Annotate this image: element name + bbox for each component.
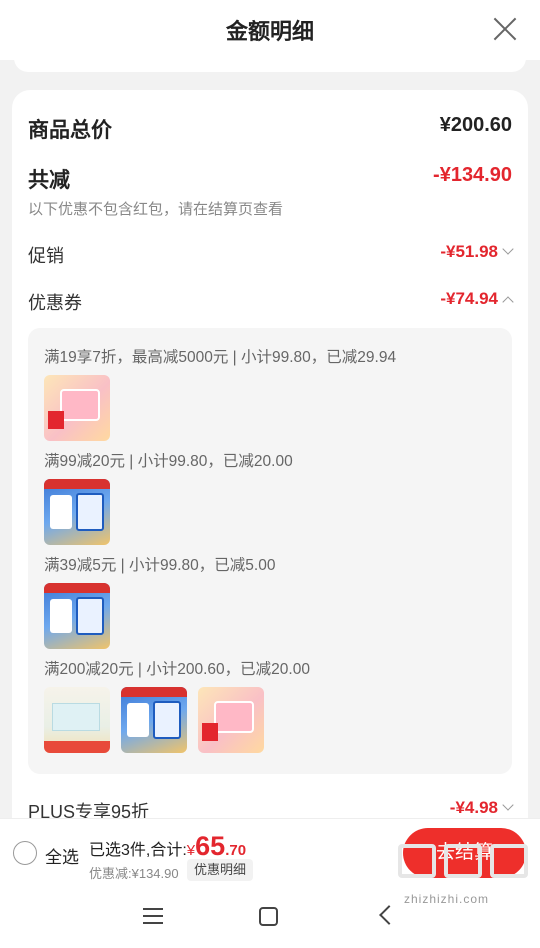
plus-discount-value: -¥4.98 — [449, 798, 498, 817]
chevron-down-icon — [502, 799, 514, 811]
product-thumbnail-5[interactable] — [121, 687, 187, 753]
chevron-down-icon — [502, 243, 514, 255]
coupon-rule-3: 满39减5元 | 小计99.80，已减5.00 — [44, 557, 276, 574]
watermark-logo-glyph — [398, 844, 436, 878]
currency-symbol: ¥ — [186, 842, 196, 859]
header: 金额明细 — [0, 0, 540, 60]
select-all-label[interactable]: 全选 — [45, 843, 79, 868]
reduce-note-row: 以下优惠不包含红包，请在结算页查看 — [28, 198, 512, 220]
selected-count-text: 已选3件,合计: — [89, 842, 187, 859]
coupon-detail-box: 满19享7折，最高减5000元 | 小计99.80，已减29.94 满99减20… — [28, 328, 512, 774]
total-price-label: 商品总价 — [28, 119, 112, 142]
product-thumbnail-6[interactable] — [198, 687, 264, 753]
total-price-value: ¥200.60 — [439, 114, 512, 136]
coupon-value: -¥74.94 — [440, 289, 498, 308]
back-icon[interactable] — [379, 905, 399, 925]
coupon-label: 优惠券 — [28, 293, 82, 313]
watermark-text: zhizhizhi.com — [404, 892, 490, 906]
promo-row[interactable]: 促销 -¥51.98 — [28, 242, 514, 268]
product-thumbnail-4[interactable] — [44, 687, 110, 753]
select-all-radio[interactable] — [13, 841, 37, 865]
coupon-value-group: -¥74.94 — [440, 289, 514, 309]
reduce-note: 以下优惠不包含红包，请在结算页查看 — [28, 201, 284, 218]
product-thumbnail-3[interactable] — [44, 583, 110, 649]
plus-value-group: -¥4.98 — [449, 798, 514, 818]
promo-value: -¥51.98 — [440, 242, 498, 261]
product-thumbnail-2[interactable] — [44, 479, 110, 545]
total-price-row: 商品总价 ¥200.60 — [28, 114, 512, 144]
total-reduce-label: 共减 — [28, 169, 70, 192]
watermark-logo-glyph — [444, 844, 482, 878]
discount-total-text: 优惠减:¥134.90 — [89, 866, 179, 881]
total-reduce-row: 共减 -¥134.90 — [28, 164, 512, 194]
page-title: 金额明细 — [225, 19, 314, 44]
discount-detail-button[interactable]: 优惠明细 — [187, 859, 254, 881]
coupon-rule-2: 满99减20元 | 小计99.80，已减20.00 — [44, 453, 293, 470]
watermark-logo-glyph — [490, 844, 528, 878]
promo-value-group: -¥51.98 — [440, 242, 514, 262]
chevron-up-icon — [502, 296, 514, 308]
total-summary: 已选3件,合计:¥65.70 — [89, 831, 246, 862]
home-icon[interactable] — [259, 907, 278, 926]
total-reduce-value: -¥134.90 — [433, 164, 512, 186]
product-thumbnail-1[interactable] — [44, 375, 110, 441]
coupon-rule-1: 满19享7折，最高减5000元 | 小计99.80，已减29.94 — [44, 349, 397, 366]
coupon-row[interactable]: 优惠券 -¥74.94 — [28, 289, 514, 315]
amount-detail-card: 商品总价 ¥200.60 共减 -¥134.90 以下优惠不包含红包，请在结算页… — [12, 90, 528, 850]
menu-icon[interactable] — [143, 908, 163, 924]
total-amount-decimal: .70 — [225, 842, 247, 859]
previous-card-edge — [14, 56, 526, 72]
close-icon[interactable] — [492, 16, 518, 42]
coupon-rule-4: 满200减20元 | 小计200.60，已减20.00 — [44, 661, 310, 678]
total-amount-integer: 65 — [195, 831, 226, 861]
promo-label: 促销 — [28, 246, 64, 266]
